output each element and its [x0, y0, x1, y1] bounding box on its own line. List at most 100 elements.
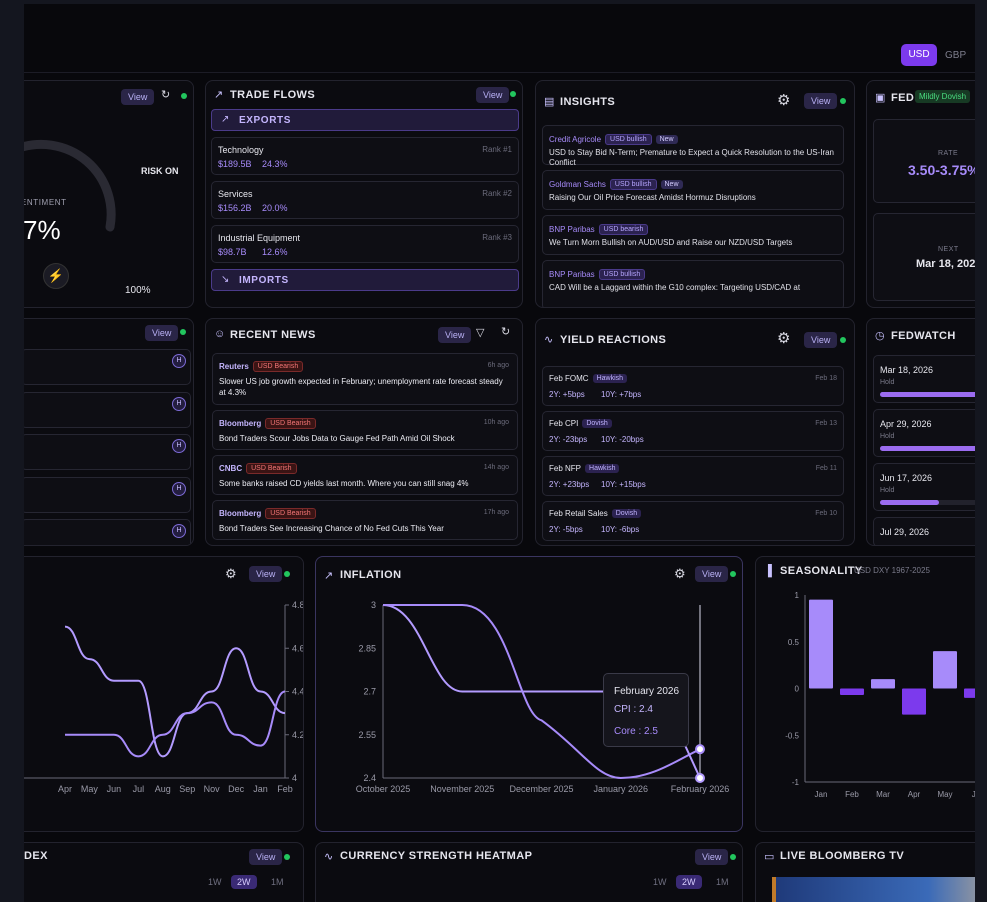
trade-flows-view-button[interactable]: View: [476, 87, 510, 103]
arrow-down-right-icon: ↘: [221, 274, 230, 285]
export-row[interactable]: Services $156.2B 20.0% Rank #2: [211, 181, 519, 219]
news-item[interactable]: Bloomberg USD Bearish 10h ago Bond Traders …: [212, 410, 518, 450]
range-1m[interactable]: 1M: [271, 877, 284, 887]
x-tick-label: February 2026: [671, 784, 730, 794]
probability-bar: [880, 500, 939, 505]
tooltip-title: February 2026: [614, 686, 680, 697]
y-tick-label: -1: [792, 778, 800, 787]
bar[interactable]: [871, 679, 895, 689]
heatmap-view-button[interactable]: View: [695, 849, 729, 865]
export-row[interactable]: Industrial Equipment $98.7B 12.6% Rank #3: [211, 225, 519, 263]
status-dot: [840, 337, 846, 343]
heatmap-title: CURRENCY STRENGTH HEATMAP: [340, 850, 533, 862]
dashboard: USD GBP View ↻ SENTIMENT 7% RISK ON ⚡ 10…: [0, 0, 987, 902]
fedwatch-row[interactable]: Jun 17, 2026 Hold: [873, 463, 975, 511]
insight-text: Raising Our Oil Price Forecast Amidst Ho…: [549, 193, 756, 202]
left-list-view-button[interactable]: View: [145, 325, 179, 341]
range-1w[interactable]: 1W: [208, 877, 222, 887]
insights-view-button[interactable]: View: [804, 93, 838, 109]
list-row[interactable]: H: [24, 391, 191, 428]
yield-date: Feb 11: [815, 465, 837, 472]
live-tv-video[interactable]: [772, 877, 975, 902]
yield-10y: 10Y: -20bps: [601, 435, 644, 444]
yield-row[interactable]: Feb FOMC Hawkish Feb 18 2Y: +5bps 10Y: +7bps: [542, 366, 844, 406]
export-value: $189.5B: [218, 159, 252, 169]
imports-header[interactable]: ↘ IMPORTS: [211, 269, 519, 291]
sentiment-view-button[interactable]: View: [121, 89, 155, 105]
yield-10y: 10Y: +7bps: [601, 390, 642, 399]
refresh-icon[interactable]: ↻: [161, 88, 170, 101]
yield-tag: Hawkish: [592, 374, 628, 383]
new-badge: New: [655, 135, 678, 144]
insight-source: BNP Paribas: [549, 225, 595, 234]
bar[interactable]: [933, 651, 957, 689]
range-1m[interactable]: 1M: [716, 877, 729, 887]
insight-card[interactable]: Goldman Sachs USD bullish New Raising Our O…: [542, 170, 844, 210]
export-pct: 20.0%: [262, 203, 288, 213]
left-chart-panel: ⚙ View 4.8 4.6 4.4 4.2 4 Apr May Jun Jul Aug Sep No…: [24, 556, 304, 832]
yield-date: Feb 13: [815, 420, 837, 427]
news-tag: USD Bearish: [246, 463, 297, 474]
yield-view-button[interactable]: View: [804, 332, 838, 348]
range-1w[interactable]: 1W: [653, 877, 667, 887]
range-2w[interactable]: 2W: [231, 875, 257, 889]
range-2w[interactable]: 2W: [676, 875, 702, 889]
insight-card[interactable]: Credit Agricole USD bullish New USD to Stay…: [542, 125, 844, 167]
gear-icon[interactable]: ⚙: [777, 329, 790, 347]
left-window-edge: [0, 0, 24, 902]
gear-icon[interactable]: ⚙: [777, 91, 790, 109]
x-tick-label: Jan: [815, 790, 828, 799]
yield-row[interactable]: Feb CPI Dovish Feb 13 2Y: -23bps 10Y: -20bps: [542, 411, 844, 451]
insight-tag: USD bullish: [598, 269, 646, 280]
news-item[interactable]: Bloomberg USD Bearish 17h ago Bond Traders …: [212, 500, 518, 540]
refresh-icon[interactable]: ↻: [501, 325, 510, 338]
insight-header: BNP Paribas USD bullish: [549, 269, 646, 280]
exports-header[interactable]: ↗ EXPORTS: [211, 109, 519, 131]
fedwatch-row[interactable]: Mar 18, 2026 Hold: [873, 355, 975, 403]
news-source: CNBC: [219, 464, 243, 473]
filter-icon[interactable]: ▽: [476, 326, 484, 339]
news-item[interactable]: CNBC USD Bearish 14h ago Some banks raised …: [212, 455, 518, 495]
trend-icon: ↗: [214, 89, 224, 101]
clock-icon: ◷: [875, 330, 885, 342]
currency-gbp-button[interactable]: GBP: [945, 50, 966, 61]
cpi-point[interactable]: [695, 773, 705, 783]
status-dot: [180, 329, 186, 335]
fed-panel: ▣ FED Mildly Dovish RATE 3.50-3.75% NEXT…: [866, 80, 975, 308]
sentiment-label: SENTIMENT: [24, 198, 67, 207]
insight-card[interactable]: BNP Paribas USD bullish CAD Will be a Lagg…: [542, 260, 844, 307]
series-line: [65, 690, 286, 758]
yield-row[interactable]: Feb NFP Hawkish Feb 11 2Y: +23bps 10Y: +15bp…: [542, 456, 844, 496]
export-row[interactable]: Technology $189.5B 24.3% Rank #1: [211, 137, 519, 175]
core-point[interactable]: [695, 744, 705, 755]
y-tick-label: 0.5: [788, 638, 800, 647]
status-dot: [510, 91, 516, 97]
yield-row[interactable]: Feb Retail Sales Dovish Feb 10 2Y: -5bps 10Y…: [542, 501, 844, 541]
insights-title: INSIGHTS: [560, 96, 616, 108]
bar[interactable]: [840, 688, 864, 696]
list-row[interactable]: H: [24, 476, 191, 513]
currency-usd-button[interactable]: USD: [901, 44, 937, 66]
insight-card[interactable]: BNP Paribas USD bearish We Turn Morn Bulli…: [542, 215, 844, 255]
rate-label: RATE: [938, 150, 959, 157]
list-row[interactable]: H: [24, 519, 191, 545]
bar[interactable]: [902, 688, 926, 715]
pulse-icon: ∿: [324, 851, 334, 863]
news-item[interactable]: Reuters USD Bearish 6h ago Slower US job gr…: [212, 353, 518, 405]
y-tick-label: 2.7: [363, 687, 376, 697]
x-tick-label: Apr: [908, 790, 921, 799]
list-row[interactable]: H: [24, 434, 191, 470]
rate-value: 3.50-3.75%: [908, 162, 975, 178]
bar[interactable]: [809, 599, 833, 689]
news-view-button[interactable]: View: [438, 327, 472, 343]
fedwatch-row[interactable]: Jul 29, 2026: [873, 517, 975, 545]
inflation-panel: ↗ INFLATION ⚙ View 3 2.85 2.7 2.55 2.4 Octobe…: [315, 556, 743, 832]
index-view-button[interactable]: View: [249, 849, 283, 865]
insight-tag: USD bullish: [609, 179, 657, 190]
fedwatch-row[interactable]: Apr 29, 2026 Hold: [873, 409, 975, 457]
export-rank: Rank #2: [482, 189, 512, 198]
bar[interactable]: [964, 688, 975, 698]
x-tick-label: October 2025: [356, 784, 411, 794]
seasonality-panel: ▐ SEASONALITY USD DXY 1967-2025 1 0.5 0 -0.…: [755, 556, 975, 832]
list-row[interactable]: H: [24, 349, 191, 385]
